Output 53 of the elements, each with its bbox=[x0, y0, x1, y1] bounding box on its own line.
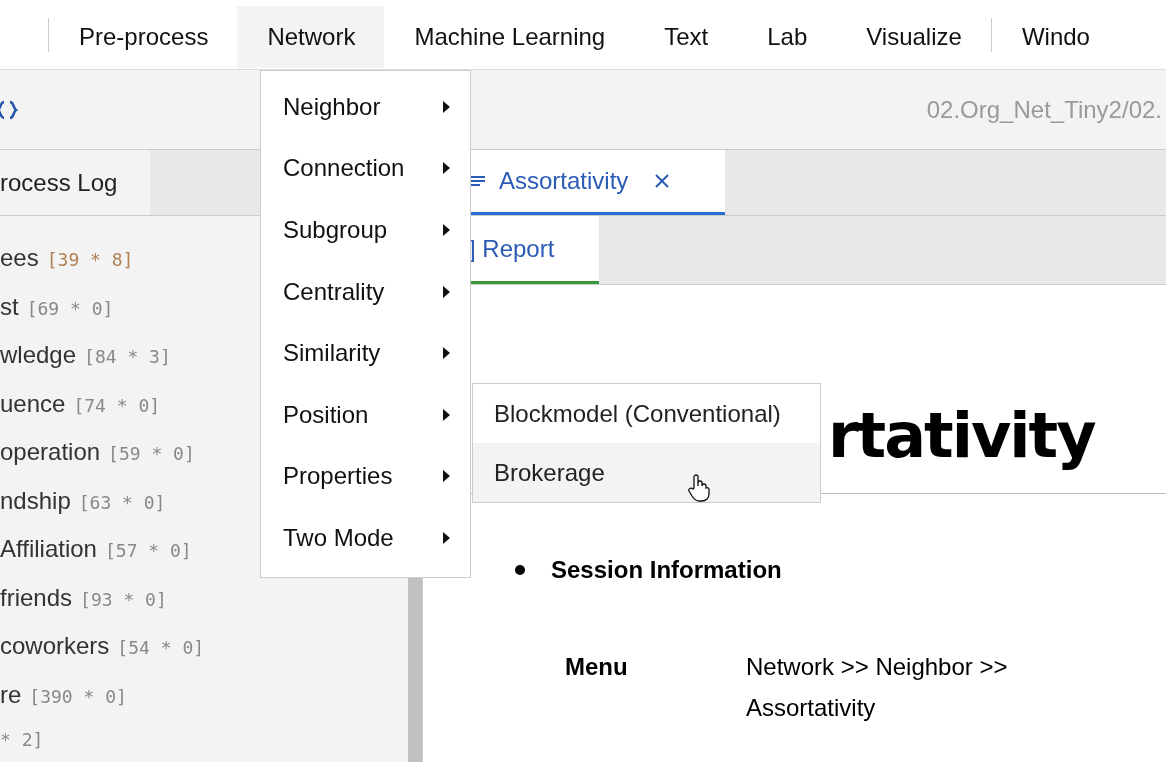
dataset-name[interactable]: friends bbox=[0, 583, 73, 612]
dataset-size: [93 * 0] bbox=[80, 588, 167, 610]
menu-bar-item[interactable]: Machine Learning bbox=[384, 6, 635, 68]
section-title: Session Information bbox=[551, 556, 782, 584]
menu-item[interactable]: Properties bbox=[261, 445, 470, 508]
dataset-size: [84 * 3] bbox=[84, 346, 171, 367]
submenu-item[interactable]: Blockmodel (Conventional) bbox=[473, 384, 820, 443]
dataset-name[interactable]: operation bbox=[0, 438, 101, 466]
dataset-size: [74 * 0] bbox=[73, 394, 161, 416]
menu-bar-item[interactable]: Pre-process bbox=[49, 6, 238, 68]
file-path: 02.Org_Net_Tiny2/02. bbox=[926, 95, 1162, 124]
menu-item[interactable]: Position bbox=[261, 383, 470, 446]
dataset-name[interactable]: coworkers bbox=[0, 632, 110, 660]
info-value: Network >> Neighbor >> Assortativity bbox=[746, 652, 1009, 723]
menu-bar-item[interactable]: Windo bbox=[991, 6, 1119, 68]
bullet-icon bbox=[515, 565, 525, 575]
menu-bar-item[interactable]: Visualize bbox=[836, 6, 991, 68]
dataset-name[interactable]: re bbox=[0, 680, 22, 709]
dataset-size: [54 * 0] bbox=[117, 637, 205, 658]
dataset-size: * 2] bbox=[0, 729, 44, 750]
menu-bar-item[interactable]: Text bbox=[634, 6, 738, 68]
menu-item[interactable]: Similarity bbox=[261, 322, 470, 384]
dataset-size: [39 * 8] bbox=[46, 249, 134, 270]
submenu-arrow-icon bbox=[443, 285, 450, 298]
submenu-arrow-icon bbox=[443, 470, 450, 483]
menu-bar-item[interactable]: Lab bbox=[737, 6, 837, 68]
menu-bar-item[interactable]: Network bbox=[237, 6, 385, 68]
submenu-arrow-icon bbox=[443, 408, 450, 421]
dataset-size: [69 * 0] bbox=[26, 297, 114, 319]
dataset-name[interactable]: ndship bbox=[0, 486, 71, 515]
dataset-name[interactable]: wledge bbox=[0, 341, 77, 369]
submenu-arrow-icon bbox=[443, 162, 450, 175]
dataset-name[interactable]: st bbox=[0, 292, 19, 321]
code-braces-icon[interactable] bbox=[0, 99, 18, 120]
menu-item[interactable]: Two Mode bbox=[261, 507, 470, 569]
submenu-arrow-icon bbox=[443, 224, 450, 236]
menu-item[interactable]: Neighbor bbox=[261, 76, 470, 138]
dataset-size: [390 * 0] bbox=[29, 685, 127, 707]
dataset-size: [57 * 0] bbox=[104, 540, 192, 561]
panel-tab[interactable]: rocess Log bbox=[0, 150, 150, 215]
dataset-name[interactable]: ees bbox=[0, 244, 39, 272]
submenu-arrow-icon bbox=[443, 100, 450, 113]
dataset-size: [63 * 0] bbox=[78, 491, 166, 513]
submenu-item[interactable]: Brokerage bbox=[473, 443, 820, 502]
dataset-name[interactable]: Affiliation bbox=[0, 535, 97, 563]
info-label: Menu bbox=[565, 652, 629, 682]
dataset-name[interactable]: uence bbox=[0, 389, 66, 418]
submenu-arrow-icon bbox=[443, 347, 450, 360]
dataset-size: [59 * 0] bbox=[108, 443, 195, 464]
submenu-arrow-icon bbox=[443, 531, 450, 544]
close-icon[interactable] bbox=[654, 173, 671, 189]
report-heading: rtativity bbox=[828, 398, 1097, 474]
lines-icon bbox=[471, 174, 485, 188]
